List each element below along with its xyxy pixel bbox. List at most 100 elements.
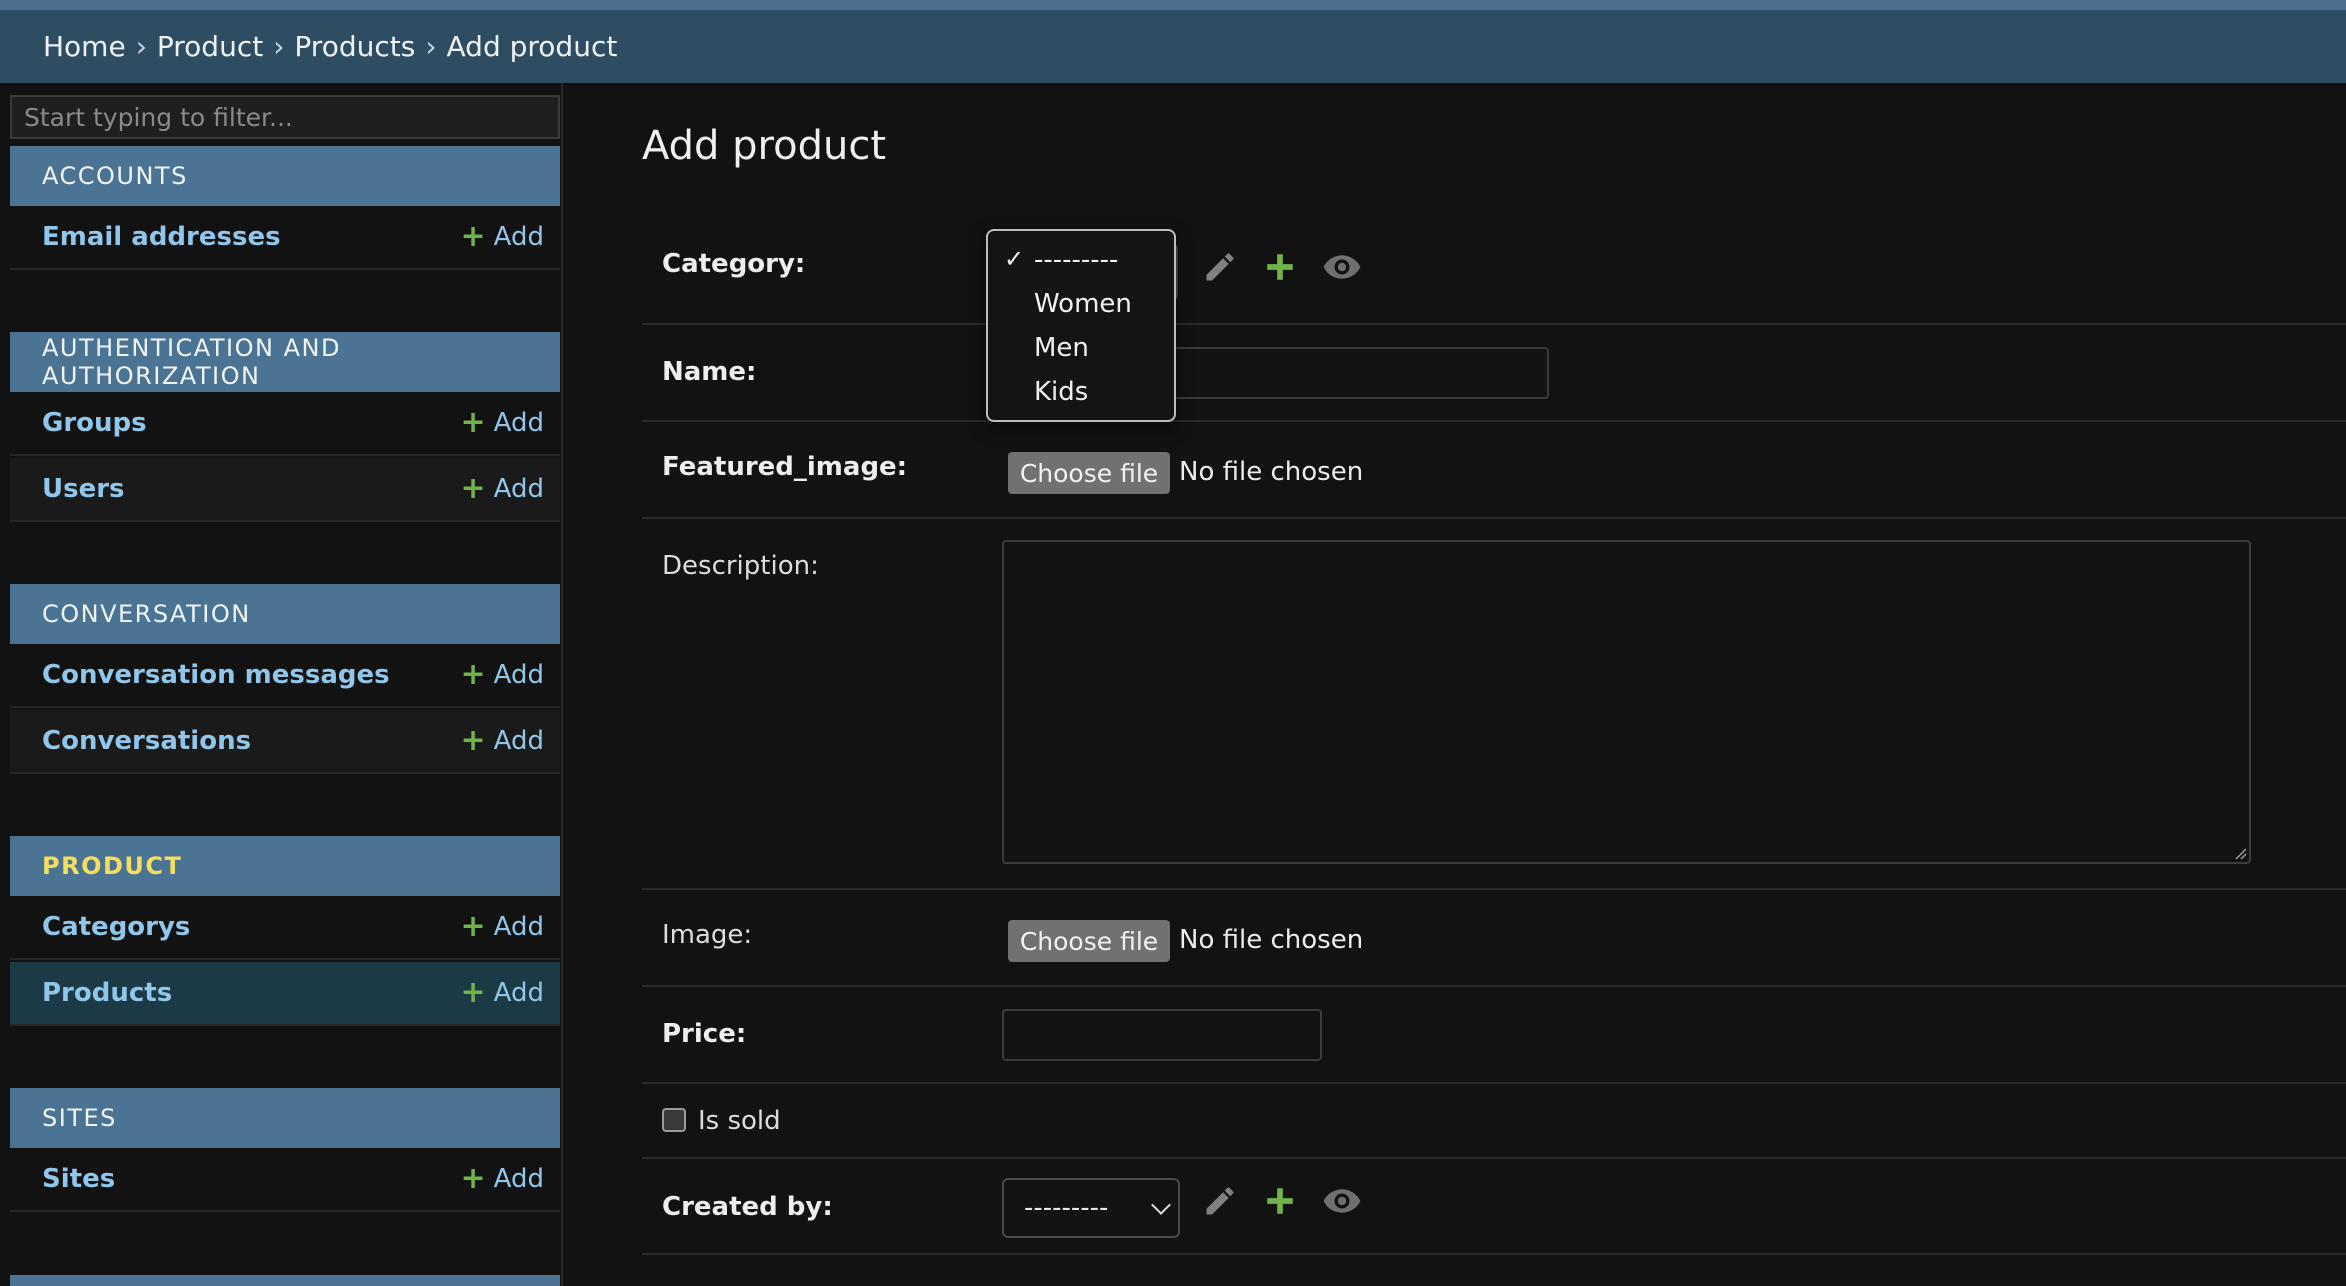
featured-image-label: Featured_image: (662, 452, 908, 482)
price-input[interactable] (1002, 1009, 1322, 1061)
top-strip (0, 0, 2346, 10)
is-sold-label: Is sold (698, 1106, 781, 1136)
form-row-is-sold: Is sold (642, 1084, 2346, 1159)
created-by-label: Created by: (662, 1192, 833, 1222)
breadcrumb-separator: › (425, 30, 437, 63)
add-link[interactable]: + Add (460, 975, 544, 1010)
resize-handle-icon[interactable] (2233, 846, 2247, 860)
add-link[interactable]: + Add (460, 909, 544, 944)
plus-icon: + (460, 1161, 486, 1196)
category-dropdown-menu: ✓ --------- Women Men Kids (986, 229, 1176, 422)
add-label: Add (493, 726, 544, 756)
sidebar: Start typing to filter... ACCOUNTS Email… (0, 83, 563, 1286)
page-title: Add product (642, 123, 887, 169)
add-created-by-button[interactable] (1258, 1179, 1302, 1223)
image-choose-file-button[interactable]: Choose file (1008, 920, 1170, 962)
model-link[interactable]: Conversations (42, 726, 251, 756)
view-category-button[interactable] (1318, 245, 1366, 289)
add-link[interactable]: + Add (460, 723, 544, 758)
breadcrumb-product[interactable]: Product (157, 30, 263, 63)
add-label: Add (493, 660, 544, 690)
app-header-conversation[interactable]: CONVERSATION (10, 584, 560, 644)
eye-icon (1323, 255, 1361, 279)
model-link[interactable]: Users (42, 474, 125, 504)
created-by-select-value: --------- (1024, 1193, 1109, 1223)
app-header-auth[interactable]: AUTHENTICATION AND AUTHORIZATION (10, 332, 560, 392)
breadcrumb-separator: › (273, 30, 285, 63)
description-label: Description: (662, 551, 819, 581)
main-content: Add product Category: --------- Name: Fe… (642, 83, 2346, 1286)
plus-icon: + (460, 909, 486, 944)
chevron-down-icon (1151, 1195, 1171, 1215)
app-header-product[interactable]: PRODUCT (10, 836, 560, 896)
sidebar-item-sites: Sites + Add (10, 1148, 560, 1212)
change-category-button[interactable] (1198, 245, 1242, 289)
sidebar-item-products: Products + Add (10, 962, 560, 1026)
model-link[interactable]: Categorys (42, 912, 190, 942)
pencil-icon (1206, 253, 1234, 281)
form-row-name: Name: (642, 325, 2346, 422)
breadcrumb-current: Add product (446, 30, 618, 63)
sidebar-item-conversation-messages: Conversation messages + Add (10, 644, 560, 708)
view-created-by-button[interactable] (1318, 1179, 1366, 1223)
add-link[interactable]: + Add (460, 471, 544, 506)
image-status: No file chosen (1179, 925, 1364, 955)
plus-icon: + (460, 975, 486, 1010)
pencil-icon (1206, 1187, 1234, 1215)
form-row-featured-image: Featured_image: Choose file No file chos… (642, 422, 2346, 519)
featured-image-choose-file-button[interactable]: Choose file (1008, 452, 1170, 494)
featured-image-status: No file chosen (1179, 457, 1364, 487)
plus-icon (1267, 1188, 1293, 1214)
dropdown-option-women[interactable]: Women (1034, 289, 1132, 319)
add-label: Add (493, 222, 544, 252)
is-sold-checkbox[interactable] (662, 1108, 686, 1132)
model-link[interactable]: Sites (42, 1164, 115, 1194)
app-header-accounts[interactable]: ACCOUNTS (10, 146, 560, 206)
created-by-select[interactable]: --------- (1002, 1178, 1180, 1238)
description-textarea[interactable] (1002, 540, 2251, 864)
plus-icon: + (460, 405, 486, 440)
plus-icon: + (460, 471, 486, 506)
model-link[interactable]: Email addresses (42, 222, 281, 252)
eye-icon (1323, 1189, 1361, 1213)
name-label: Name: (662, 357, 757, 387)
breadcrumb-separator: › (135, 30, 147, 63)
app-header-sites[interactable]: SITES (10, 1088, 560, 1148)
breadcrumb-home[interactable]: Home (43, 30, 126, 63)
add-label: Add (493, 912, 544, 942)
dropdown-option-men[interactable]: Men (1034, 333, 1089, 363)
category-label: Category: (662, 249, 806, 279)
breadcrumb-products[interactable]: Products (294, 30, 415, 63)
model-link[interactable]: Products (42, 978, 172, 1008)
dropdown-option-empty[interactable]: --------- (1034, 245, 1118, 275)
sidebar-item-conversations: Conversations + Add (10, 710, 560, 774)
add-label: Add (493, 1164, 544, 1194)
app-header-partial (10, 1275, 560, 1286)
price-label: Price: (662, 1019, 747, 1049)
model-link[interactable]: Groups (42, 408, 147, 438)
form-row-category: Category: --------- (642, 213, 2346, 325)
change-created-by-button[interactable] (1198, 1179, 1242, 1223)
form-row-created-by: Created by: --------- (642, 1159, 2346, 1255)
breadcrumb: Home › Product › Products › Add product (0, 10, 2346, 83)
plus-icon: + (460, 219, 486, 254)
add-category-button[interactable] (1258, 245, 1302, 289)
add-link[interactable]: + Add (460, 405, 544, 440)
dropdown-option-kids[interactable]: Kids (1034, 377, 1088, 407)
model-link[interactable]: Conversation messages (42, 660, 390, 690)
form-row-image: Image: Choose file No file chosen (642, 890, 2346, 987)
plus-icon (1267, 254, 1293, 280)
sidebar-item-groups: Groups + Add (10, 392, 560, 456)
add-link[interactable]: + Add (460, 219, 544, 254)
add-label: Add (493, 408, 544, 438)
form-row-price: Price: (642, 987, 2346, 1084)
plus-icon: + (460, 723, 486, 758)
sidebar-filter-input[interactable]: Start typing to filter... (10, 95, 560, 139)
form-row-description: Description: (642, 519, 2346, 890)
add-label: Add (493, 474, 544, 504)
image-label: Image: (662, 920, 753, 950)
add-label: Add (493, 978, 544, 1008)
plus-icon: + (460, 657, 486, 692)
add-link[interactable]: + Add (460, 657, 544, 692)
add-link[interactable]: + Add (460, 1161, 544, 1196)
